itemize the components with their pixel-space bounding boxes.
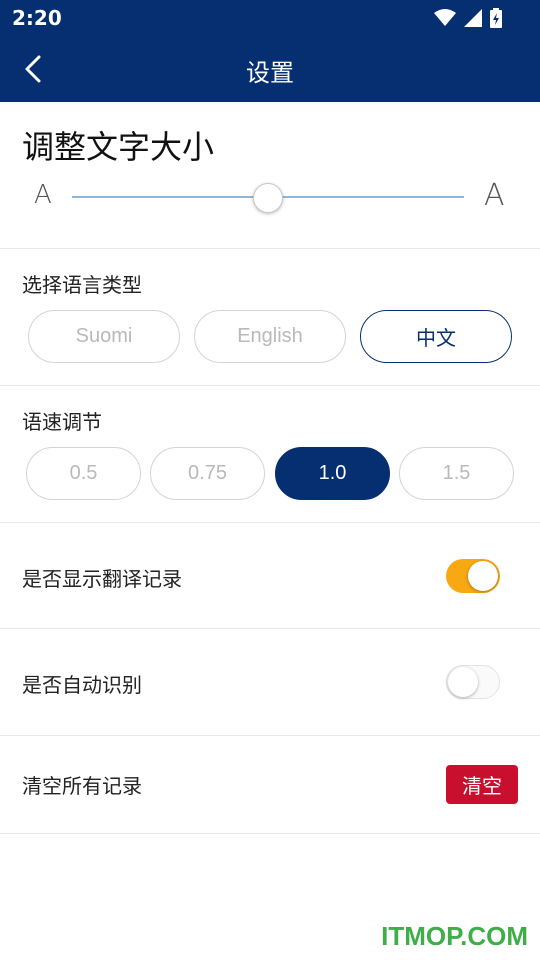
auto-recognize-label: 是否自动识别 <box>22 673 142 697</box>
status-bar: 2:20 <box>0 0 540 36</box>
auto-recognize-toggle[interactable] <box>446 665 500 699</box>
status-time: 2:20 <box>12 6 62 30</box>
clear-button[interactable]: 清空 <box>446 765 518 804</box>
show-history-toggle[interactable] <box>446 559 500 593</box>
large-font-label: A <box>484 178 505 213</box>
language-option-chinese[interactable]: 中文 <box>360 310 512 363</box>
watermark: ITMOP.COM <box>381 921 528 951</box>
language-option-suomi[interactable]: Suomi <box>28 310 180 363</box>
font-size-section: 调整文字大小 A A <box>0 102 540 249</box>
speed-option-1-5[interactable]: 1.5 <box>399 447 514 500</box>
language-label: 选择语言类型 <box>22 273 142 297</box>
speed-option-1-0[interactable]: 1.0 <box>275 447 390 500</box>
clear-records-label: 清空所有记录 <box>22 774 142 798</box>
status-icons <box>434 8 502 28</box>
font-size-title: 调整文字大小 <box>22 128 215 166</box>
toggle-knob <box>468 561 498 591</box>
app-bar: 2:20 设置 <box>0 0 540 102</box>
small-font-label: A <box>34 180 52 210</box>
page-title: 设置 <box>246 59 294 87</box>
wifi-icon <box>434 9 456 26</box>
auto-recognize-row: 是否自动识别 <box>0 629 540 736</box>
speed-option-0-75[interactable]: 0.75 <box>150 447 265 500</box>
toggle-knob <box>448 667 478 697</box>
clear-records-row: 清空所有记录 清空 <box>0 736 540 834</box>
battery-charging-icon <box>490 8 502 28</box>
speed-section: 语速调节 0.5 0.75 1.0 1.5 <box>0 386 540 523</box>
show-history-label: 是否显示翻译记录 <box>22 567 182 591</box>
show-history-row: 是否显示翻译记录 <box>0 523 540 629</box>
speed-label: 语速调节 <box>22 410 102 434</box>
speed-option-0-5[interactable]: 0.5 <box>26 447 141 500</box>
language-option-english[interactable]: English <box>194 310 346 363</box>
language-section: 选择语言类型 Suomi English 中文 <box>0 249 540 386</box>
cell-signal-icon <box>464 9 482 27</box>
font-size-slider-thumb[interactable] <box>253 183 283 213</box>
